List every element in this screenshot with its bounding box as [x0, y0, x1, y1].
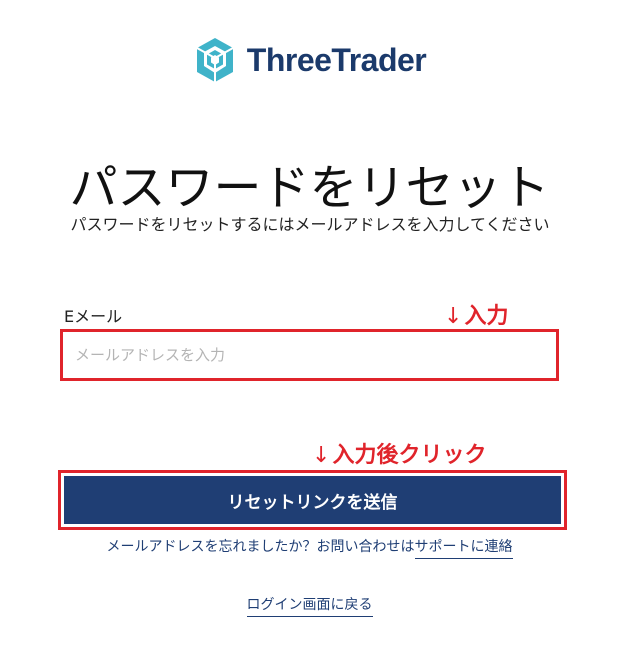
down-arrow-icon: ↓: [312, 443, 331, 468]
help-prompt: メールアドレスを忘れましたか？お問い合わせは: [106, 539, 415, 555]
threetrader-logo-icon: [196, 38, 234, 82]
page-subtitle: パスワードをリセットするにはメールアドレスを入力してください: [70, 215, 550, 234]
annotation-click-text: 入力後クリック: [332, 443, 487, 468]
email-input[interactable]: [63, 332, 556, 378]
email-label: Eメール: [64, 307, 123, 326]
annotation-click-note: ↓入力後クリック: [312, 437, 486, 469]
brand-logo: ThreeTrader: [0, 36, 619, 84]
annotation-input-note: ↓入力: [444, 298, 508, 330]
back-to-login-link[interactable]: ログイン画面に戻る: [246, 597, 373, 617]
email-field-highlight: [60, 329, 559, 381]
send-reset-link-button[interactable]: リセットリンクを送信: [64, 476, 561, 524]
annotation-input-text: 入力: [464, 304, 509, 329]
down-arrow-icon: ↓: [444, 304, 463, 329]
contact-support-link[interactable]: サポートに連絡: [414, 539, 513, 559]
page-title: パスワードをリセット: [69, 160, 550, 216]
back-to-login: ログイン画面に戻る: [0, 594, 619, 617]
help-text: メールアドレスを忘れましたか？お問い合わせはサポートに連絡: [0, 536, 619, 559]
brand-name: ThreeTrader: [246, 41, 427, 78]
submit-button-highlight: リセットリンクを送信: [58, 470, 567, 530]
